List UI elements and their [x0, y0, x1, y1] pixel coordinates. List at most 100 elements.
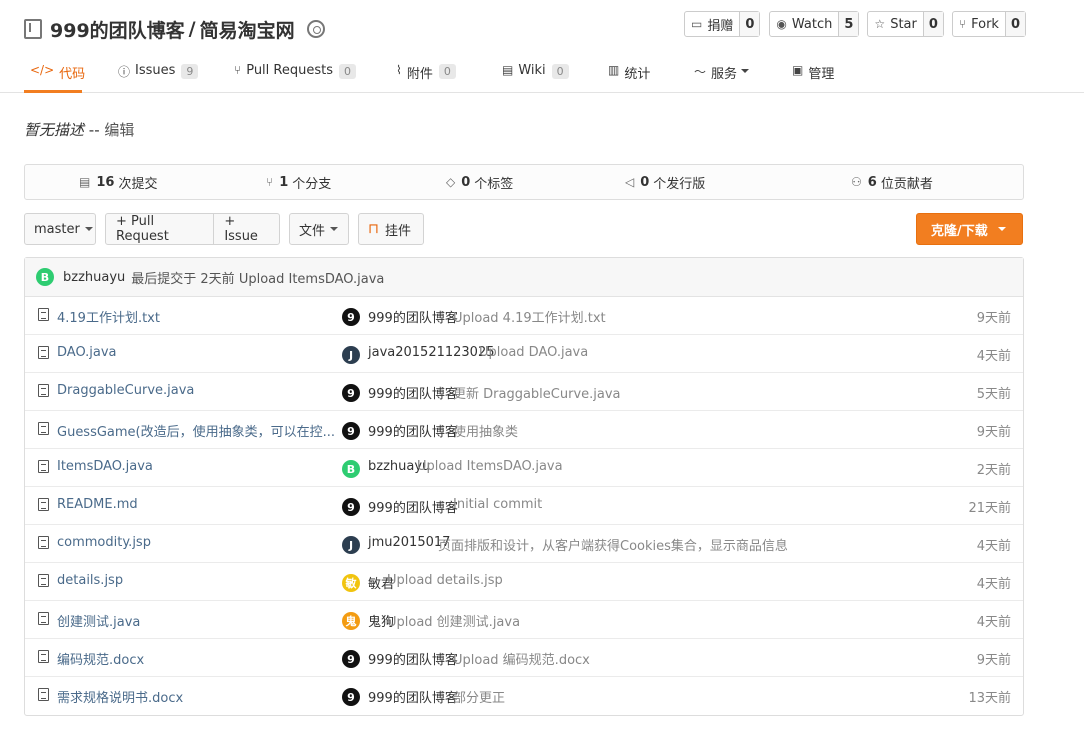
fork-count[interactable]: 0: [1005, 12, 1025, 36]
avatar[interactable]: J: [342, 536, 360, 554]
avatar[interactable]: 9: [342, 498, 360, 516]
tab-pull-requests-label: Pull Requests: [246, 63, 333, 78]
donate-button[interactable]: ▭ 捐赠 0: [684, 11, 761, 37]
tab-pull-requests[interactable]: ⑂ Pull Requests 0: [234, 56, 356, 93]
commit-message-link[interactable]: Upload 创建测试.java: [387, 611, 520, 630]
tab-issues[interactable]: ⓘ Issues 9: [118, 56, 199, 93]
file-menu-button[interactable]: 文件: [289, 213, 349, 245]
book-icon: ▤: [502, 63, 514, 77]
stat-releases-label: 个发行版: [653, 176, 706, 192]
tab-manage[interactable]: ▣ 管理: [792, 56, 834, 93]
tab-services[interactable]: 〜服务: [694, 56, 750, 93]
table-row: details.jsp 敏敏君 Upload details.jsp 4天前: [25, 563, 1023, 601]
avatar[interactable]: 9: [342, 384, 360, 402]
file-icon: [38, 346, 49, 359]
file-name-link[interactable]: DAO.java: [57, 345, 342, 360]
tab-code[interactable]: </> 代码: [24, 56, 85, 93]
fork-button[interactable]: ⑂ Fork 0: [951, 11, 1026, 37]
stat-tags[interactable]: ◇ 0 个标签: [446, 165, 513, 199]
commit-message-link[interactable]: Upload ItemsDAO.java: [417, 459, 563, 474]
commit-author-link[interactable]: 999的团队博客: [368, 649, 458, 668]
watch-label: Watch: [791, 16, 833, 32]
stat-tags-count: 0: [461, 174, 471, 190]
commit-author-link[interactable]: 999的团队博客: [368, 421, 458, 440]
avatar[interactable]: J: [342, 346, 360, 364]
commit-message-link[interactable]: Upload details.jsp: [387, 573, 503, 588]
file-name-link[interactable]: 编码规范.docx: [57, 649, 342, 668]
commit-message-link[interactable]: Upload 编码规范.docx: [453, 649, 590, 668]
star-button[interactable]: ☆ Star 0: [867, 11, 944, 37]
file-list: B bzzhuayu 最后提交于 2天前 Upload ItemsDAO.jav…: [24, 257, 1024, 716]
repo-title: 999的团队博客 / 简易淘宝网: [24, 14, 325, 44]
widget-label: 挂件: [384, 223, 411, 239]
commit-time: 9天前: [976, 425, 1011, 440]
tab-issues-count: 9: [181, 64, 199, 79]
tab-wiki[interactable]: ▤ Wiki 0: [502, 56, 569, 93]
file-name-link[interactable]: README.md: [57, 497, 342, 512]
stat-releases[interactable]: ◁ 0 个发行版: [625, 165, 705, 199]
file-name-link[interactable]: ItemsDAO.java: [57, 459, 342, 474]
commit-message-link[interactable]: 更新 DraggableCurve.java: [453, 383, 621, 402]
commit-author-link[interactable]: 999的团队博客: [368, 497, 458, 516]
stat-commits[interactable]: ▤ 16 次提交: [79, 165, 157, 199]
commit-author-link[interactable]: java201521123025: [368, 345, 495, 360]
issues-icon: ⓘ: [118, 65, 131, 79]
new-issue-button[interactable]: + Issue: [213, 214, 279, 244]
file-name-link[interactable]: 创建测试.java: [57, 611, 342, 630]
avatar[interactable]: B: [342, 460, 360, 478]
stat-contributors-label: 位贡献者: [880, 176, 933, 192]
clone-download-button[interactable]: 克隆/下载: [916, 213, 1023, 245]
file-name-link[interactable]: details.jsp: [57, 573, 342, 588]
watch-count[interactable]: 5: [839, 12, 859, 36]
tab-wiki-count: 0: [551, 64, 569, 79]
tab-statistics-label: 统计: [624, 67, 651, 82]
file-name-link[interactable]: 需求规格说明书.docx: [57, 687, 342, 706]
stat-contributors[interactable]: ⚇ 6 位贡献者: [851, 165, 933, 199]
stat-tags-label: 个标签: [474, 176, 514, 192]
repo-name-link[interactable]: 简易淘宝网: [200, 16, 295, 43]
avatar[interactable]: B: [36, 268, 54, 286]
commit-message-link[interactable]: 页面排版和设计，从客户端获得Cookies集合，显示商品信息: [438, 535, 788, 554]
avatar[interactable]: 9: [342, 688, 360, 706]
paperclip-icon: ⌇: [396, 63, 402, 77]
clone-download-label: 克隆/下载: [931, 223, 988, 239]
tab-statistics[interactable]: ▥ 统计: [608, 56, 650, 93]
table-row: README.md 9 999的团队博客 Initial commit 21天前: [25, 487, 1023, 525]
repo-owner-link[interactable]: 999的团队博客: [50, 16, 185, 43]
avatar[interactable]: 9: [342, 650, 360, 668]
stat-branches[interactable]: ⑂ 1 个分支: [266, 165, 331, 199]
fork-icon: ⑂: [958, 17, 967, 31]
file-name-link[interactable]: 4.19工作计划.txt: [57, 307, 342, 326]
widget-button[interactable]: ⊓ 挂件: [358, 213, 424, 245]
last-commit-bar: B bzzhuayu 最后提交于 2天前 Upload ItemsDAO.jav…: [25, 258, 1023, 297]
avatar[interactable]: 9: [342, 422, 360, 440]
commit-message-link[interactable]: Upload 4.19工作计划.txt: [453, 307, 606, 326]
commit-author-link[interactable]: 999的团队博客: [368, 383, 458, 402]
watch-button[interactable]: ◉ Watch 5: [769, 11, 860, 37]
avatar[interactable]: 9: [342, 308, 360, 326]
commit-message-link[interactable]: Upload DAO.java: [479, 345, 588, 360]
edit-description-link[interactable]: 编辑: [104, 121, 134, 139]
file-name-link[interactable]: DraggableCurve.java: [57, 383, 342, 398]
file-name-link[interactable]: commodity.jsp: [57, 535, 342, 550]
commit-message-link[interactable]: 使用抽象类: [453, 421, 518, 440]
commit-author-link[interactable]: 999的团队博客: [368, 307, 458, 326]
last-commit-text[interactable]: 最后提交于 2天前 Upload ItemsDAO.java: [131, 268, 384, 287]
table-row: GuessGame(改造后，使用抽象类，可以在控... 9 999的团队博客 使用抽象…: [25, 411, 1023, 449]
donate-count[interactable]: 0: [740, 12, 760, 36]
recommended-badge-icon[interactable]: [306, 20, 325, 38]
new-pull-request-button[interactable]: + Pull Request: [106, 214, 213, 244]
file-name-link[interactable]: GuessGame(改造后，使用抽象类，可以在控...: [57, 421, 342, 440]
avatar[interactable]: 鬼: [342, 612, 360, 630]
star-icon: ☆: [874, 17, 886, 31]
commit-author-link[interactable]: 999的团队博客: [368, 687, 458, 706]
tab-attachments[interactable]: ⌇ 附件 0: [396, 56, 456, 93]
branch-select[interactable]: master: [24, 213, 96, 245]
commit-message-link[interactable]: 部分更正: [453, 687, 505, 706]
star-count[interactable]: 0: [923, 12, 943, 36]
avatar[interactable]: 敏: [342, 574, 360, 592]
stat-contributors-count: 6: [867, 174, 877, 190]
commit-message-link[interactable]: Initial commit: [453, 497, 542, 512]
last-commit-user[interactable]: bzzhuayu: [63, 270, 125, 285]
stat-branches-count: 1: [279, 174, 289, 190]
